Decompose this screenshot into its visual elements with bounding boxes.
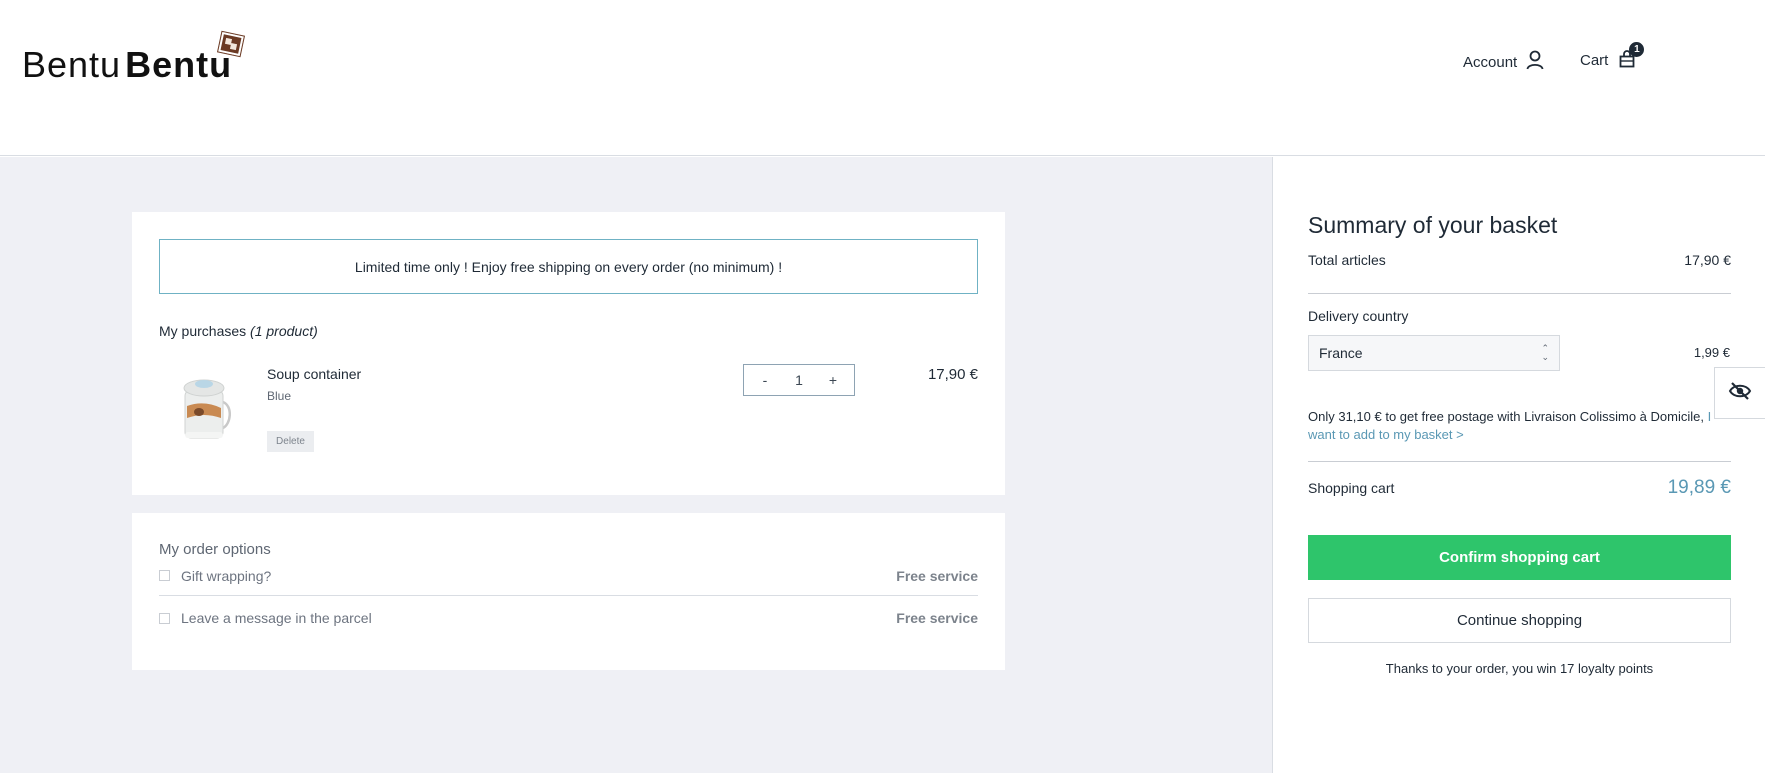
purchases-count: (1 product)	[250, 323, 318, 339]
delivery-country-value: France	[1319, 345, 1363, 361]
loyalty-note: Thanks to your order, you win 17 loyalty…	[1308, 661, 1731, 676]
delivery-country-select[interactable]: France ⌃ ⌄	[1308, 335, 1560, 371]
cart-link[interactable]: Cart 1	[1580, 42, 1645, 70]
loyalty-prefix: Thanks to your order, you win	[1385, 661, 1560, 676]
free-note-middle: to get free postage with Livraison Colis…	[1381, 409, 1708, 424]
purchases-title: My purchases (1 product)	[159, 323, 318, 339]
header: Bentu Bentu Account Cart 1	[0, 0, 1765, 156]
delivery-country-label: Delivery country	[1308, 308, 1409, 324]
basket-summary: Summary of your basket Total articles 17…	[1272, 157, 1765, 773]
brand-logo[interactable]: Bentu Bentu	[22, 44, 232, 86]
total-articles-label: Total articles	[1308, 252, 1386, 268]
bag-icon: 1	[1618, 42, 1645, 70]
divider	[1308, 461, 1731, 462]
account-label: Account	[1463, 53, 1518, 71]
main-content: Limited time only ! Enjoy free shipping …	[0, 157, 1272, 773]
promo-banner: Limited time only ! Enjoy free shipping …	[159, 239, 978, 294]
free-note-amount: 31,10 €	[1338, 409, 1382, 424]
continue-shopping-button[interactable]: Continue shopping	[1308, 598, 1731, 643]
free-note-prefix: Only	[1308, 409, 1339, 424]
delivery-price: 1,99 €	[1693, 345, 1730, 360]
product-price: 17,90 €	[927, 366, 978, 383]
shopping-cart-label: Shopping cart	[1308, 480, 1395, 496]
total-articles-value: 17,90 €	[1684, 252, 1731, 268]
delete-button[interactable]: Delete	[267, 431, 314, 452]
message-fee: Free service	[896, 610, 978, 626]
brand-name-bold: Bentu	[125, 44, 233, 85]
confirm-cart-button[interactable]: Confirm shopping cart	[1308, 535, 1731, 580]
message-label[interactable]: Leave a message in the parcel	[181, 610, 896, 626]
free-postage-note: Only 31,10 € to get free postage with Li…	[1308, 408, 1731, 444]
brand-name-light: Bentu	[22, 44, 122, 85]
purchases-title-text: My purchases	[159, 323, 247, 339]
divider	[1308, 293, 1731, 294]
gift-wrapping-label[interactable]: Gift wrapping?	[181, 568, 896, 584]
option-row-gift: Gift wrapping? Free service	[159, 556, 978, 596]
quantity-stepper: - 1 +	[743, 364, 855, 396]
order-options-panel: My order options Gift wrapping? Free ser…	[132, 513, 1005, 670]
logo-badge-icon	[216, 30, 246, 58]
message-checkbox[interactable]	[159, 612, 170, 624]
product-variant: Blue	[267, 389, 292, 403]
quantity-value[interactable]: 1	[795, 372, 803, 388]
total-articles-row: Total articles 17,90 €	[1308, 252, 1731, 268]
quantity-increase-button[interactable]: +	[826, 372, 840, 388]
option-row-message: Leave a message in the parcel Free servi…	[159, 598, 978, 638]
product-name[interactable]: Soup container	[267, 366, 361, 382]
summary-title: Summary of your basket	[1308, 212, 1558, 238]
shopping-cart-total: 19,89 €	[1667, 477, 1731, 498]
purchases-panel: Limited time only ! Enjoy free shipping …	[132, 212, 1005, 495]
cart-count-badge: 1	[1629, 42, 1645, 57]
user-icon	[1525, 50, 1545, 74]
gift-wrapping-fee: Free service	[896, 567, 978, 584]
shopping-cart-row: Shopping cart 19,89 €	[1308, 477, 1731, 499]
cart-label: Cart	[1580, 51, 1609, 69]
eye-slash-icon	[1728, 381, 1752, 406]
loyalty-points: 17 loyalty points	[1559, 661, 1654, 676]
product-image[interactable]	[177, 372, 233, 442]
quantity-decrease-button[interactable]: -	[758, 372, 772, 388]
gift-wrapping-checkbox[interactable]	[159, 570, 170, 581]
hide-summary-toggle[interactable]	[1714, 367, 1765, 419]
account-link[interactable]: Account	[1463, 50, 1545, 74]
select-chevron-icon: ⌃ ⌄	[1541, 343, 1549, 362]
